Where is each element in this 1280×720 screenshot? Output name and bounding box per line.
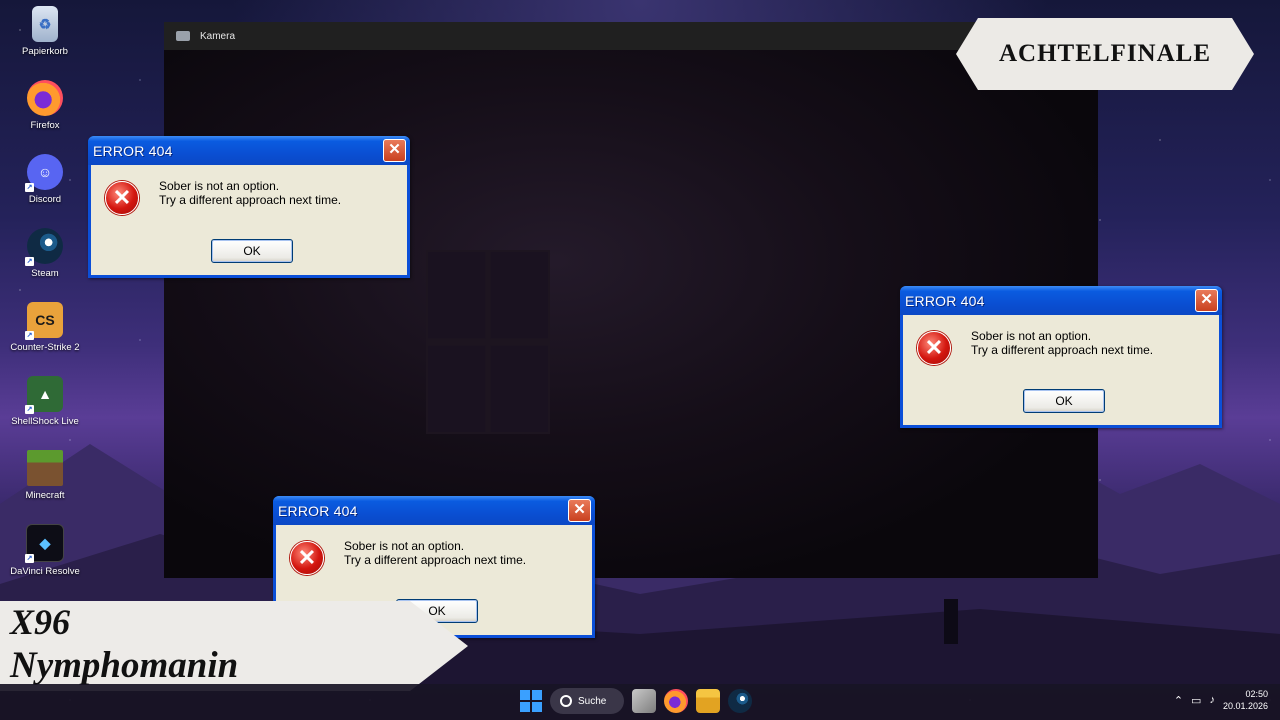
clock-date: 20.01.2026: [1222, 701, 1268, 711]
round-label-banner: ACHTELFINALE: [956, 18, 1254, 90]
dialog-titlebar[interactable]: ERROR 404 ✕: [88, 136, 410, 165]
rank-label: X96: [10, 602, 71, 642]
tray-chevron-icon[interactable]: ⌃: [1174, 694, 1183, 707]
shortcut-arrow-icon: ↗: [25, 257, 34, 266]
error-icon: ✕: [917, 331, 951, 365]
dialog-body: ✕ Sober is not an option. Try a differen…: [91, 165, 407, 275]
error-dialog-1: ERROR 404 ✕ ✕ Sober is not an option. Tr…: [88, 136, 410, 278]
dialog-titlebar[interactable]: ERROR 404 ✕: [900, 286, 1222, 315]
firefox-taskbar-icon[interactable]: [664, 689, 688, 713]
desktop-icon-label: Minecraft: [25, 490, 65, 501]
shortcut-arrow-icon: ↗: [25, 331, 34, 340]
discord-icon: ☺ ↗: [25, 154, 63, 192]
shortcut-arrow-icon: ↗: [25, 554, 34, 563]
message-line-1: Sober is not an option.: [971, 329, 1092, 343]
search-icon: [560, 695, 572, 707]
desktop-icon-minecraft[interactable]: Minecraft: [6, 448, 84, 522]
desktop-icon-label: Steam: [31, 268, 59, 279]
steam-taskbar-icon[interactable]: [728, 689, 752, 713]
volume-icon[interactable]: ♪: [1209, 694, 1215, 706]
davinci-resolve-icon: ◆ ↗: [25, 524, 64, 563]
desktop-icon-steam[interactable]: ↗ Steam: [6, 226, 84, 300]
task-view-icon[interactable]: [632, 689, 656, 713]
taskbar-center: Suche: [520, 688, 752, 714]
message-line-2: Try a different approach next time.: [344, 553, 527, 567]
dialog-title: ERROR 404: [278, 502, 358, 519]
taskbar-search[interactable]: Suche: [550, 688, 624, 714]
camera-icon: [176, 31, 190, 41]
dialog-title: ERROR 404: [905, 292, 985, 309]
windows-start-button[interactable]: [520, 690, 542, 712]
message-line-1: Sober is not an option.: [159, 179, 280, 193]
clock-time: 02:50: [1245, 689, 1268, 699]
ok-button[interactable]: OK: [1023, 389, 1105, 413]
desktop-icon-label: ShellShock Live: [11, 416, 79, 427]
close-button[interactable]: ✕: [383, 139, 406, 162]
desktop-icon-shellshock-live[interactable]: ▲ ↗ ShellShock Live: [6, 374, 84, 448]
desktop-icon-label: Papierkorb: [22, 46, 68, 57]
song-title: Nymphomanin: [10, 645, 239, 686]
message-line-1: Sober is not an option.: [344, 539, 465, 553]
dialog-body: ✕ Sober is not an option. Try a differen…: [903, 315, 1219, 425]
camera-window-title: Kamera: [200, 30, 236, 42]
system-tray: ⌃ ▭ ♪ 02:50 20.01.2026: [1174, 688, 1268, 712]
desktop-icon-label: Firefox: [30, 120, 60, 131]
desktop-icon-label: Counter-Strike 2: [10, 342, 80, 353]
camera-feed-window-frame: [426, 250, 550, 434]
desktop-icon-davinci-resolve[interactable]: ◆ ↗ DaVinci Resolve: [6, 522, 84, 596]
error-icon: ✕: [105, 181, 139, 215]
minecraft-icon: [27, 450, 63, 486]
desktop-icon-firefox[interactable]: Firefox: [6, 78, 84, 152]
desktop-icon-discord[interactable]: ☺ ↗ Discord: [6, 152, 84, 226]
desktop-icon-counter-strike-2[interactable]: CS ↗ Counter-Strike 2: [6, 300, 84, 374]
message-line-2: Try a different approach next time.: [971, 343, 1154, 357]
file-explorer-icon[interactable]: [696, 689, 720, 713]
steam-icon: ↗: [25, 228, 63, 266]
error-icon: ✕: [290, 541, 324, 575]
ok-button[interactable]: OK: [211, 239, 293, 263]
dialog-title: ERROR 404: [93, 142, 173, 159]
search-label: Suche: [578, 695, 607, 707]
round-label: ACHTELFINALE: [998, 40, 1212, 67]
shellshock-live-icon: ▲ ↗: [25, 376, 63, 414]
desktop-icon-recycle-bin[interactable]: ♻ Papierkorb: [6, 4, 84, 78]
shortcut-arrow-icon: ↗: [25, 183, 34, 192]
dialog-titlebar[interactable]: ERROR 404 ✕: [273, 496, 595, 525]
close-button[interactable]: ✕: [1195, 289, 1218, 312]
error-dialog-2: ERROR 404 ✕ ✕ Sober is not an option. Tr…: [900, 286, 1222, 428]
close-button[interactable]: ✕: [568, 499, 591, 522]
rank-song-banner: X96 Nymphomanin: [0, 601, 468, 691]
message-line-2: Try a different approach next time.: [159, 193, 342, 207]
shortcut-arrow-icon: ↗: [25, 405, 34, 414]
dialog-message: Sober is not an option. Try a different …: [344, 539, 526, 567]
dialog-message: Sober is not an option. Try a different …: [159, 179, 341, 207]
camera-titlebar[interactable]: Kamera: [164, 22, 1098, 50]
dialog-message: Sober is not an option. Try a different …: [971, 329, 1153, 357]
recycle-bin-icon: ♻: [32, 6, 58, 42]
firefox-icon: [27, 80, 63, 116]
taskbar: Suche ⌃ ▭ ♪ 02:50 20.01.2026: [0, 684, 1280, 720]
network-icon[interactable]: ▭: [1191, 694, 1201, 707]
desktop-icon-label: Discord: [28, 194, 62, 205]
desktop-icons: ♻ Papierkorb Firefox ☺ ↗ Discord ↗ Steam …: [6, 4, 86, 596]
desktop-icon-label: DaVinci Resolve: [10, 566, 80, 577]
counter-strike-2-icon: CS ↗: [25, 302, 63, 340]
clock[interactable]: 02:50 20.01.2026: [1223, 688, 1268, 712]
